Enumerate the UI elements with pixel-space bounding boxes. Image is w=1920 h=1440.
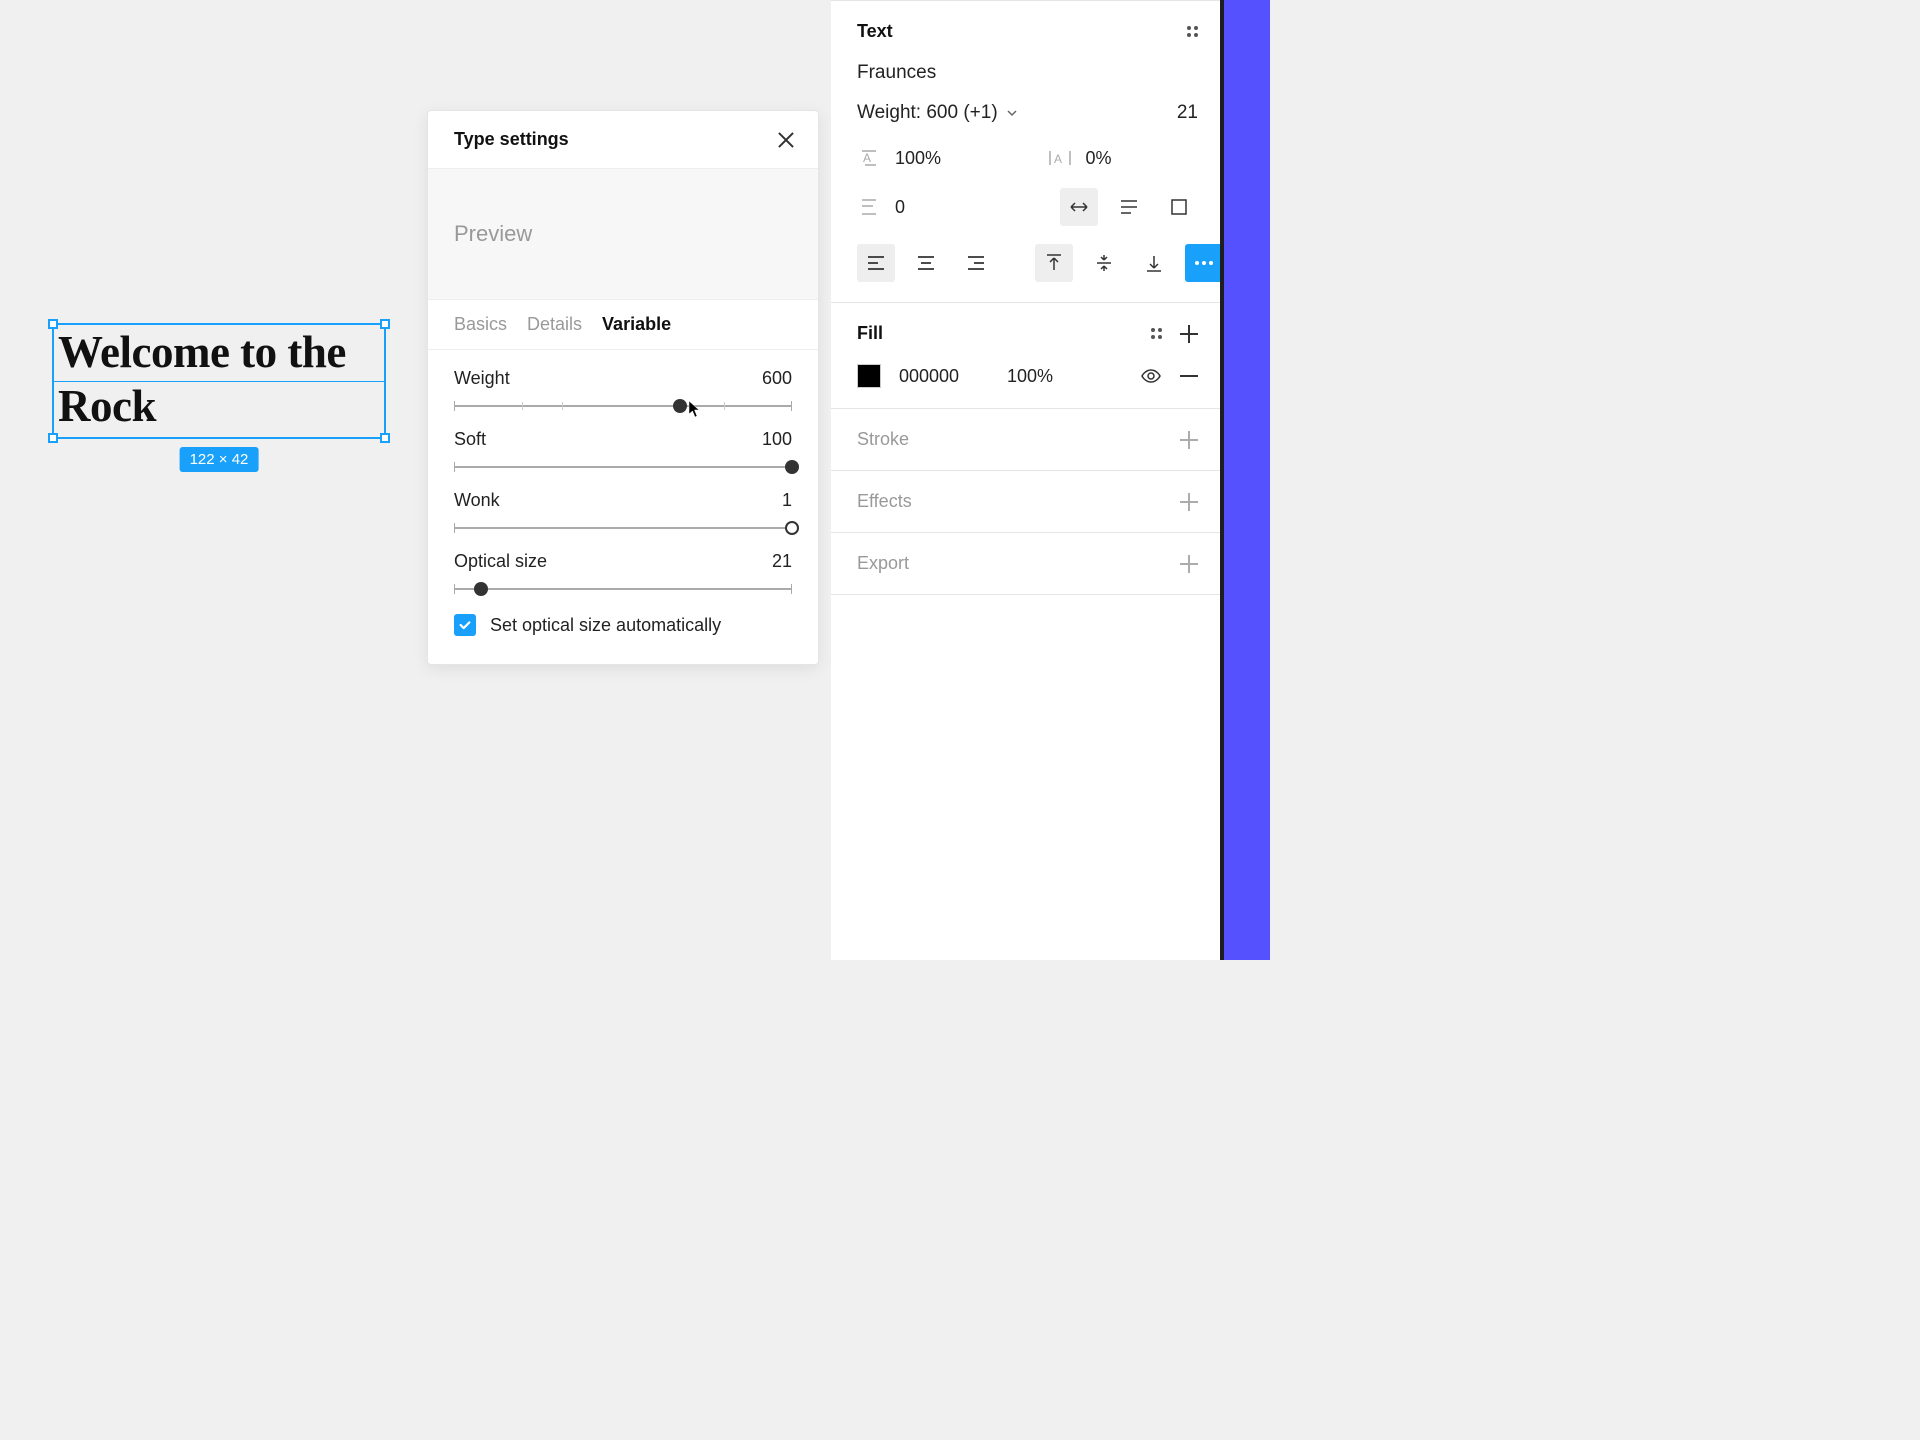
slider-soft[interactable]: Soft 100 (454, 429, 792, 468)
slider-wonk-value: 1 (782, 490, 792, 511)
add-effect-button[interactable] (1180, 493, 1198, 511)
align-center-button[interactable] (907, 244, 945, 282)
letter-spacing-value: 0% (1086, 148, 1112, 169)
optical-auto-checkbox[interactable] (454, 614, 476, 636)
stroke-section-title: Stroke (857, 429, 909, 450)
preview-label: Preview (454, 221, 792, 247)
slider-weight[interactable]: Weight 600 (454, 368, 792, 407)
paragraph-spacing-value: 0 (895, 197, 905, 218)
align-left-button[interactable] (857, 244, 895, 282)
font-weight-label: Weight: 600 (+1) (857, 102, 998, 124)
preview-area: Preview (428, 169, 818, 300)
text-section-title: Text (857, 21, 893, 42)
export-section-title: Export (857, 553, 909, 574)
letter-spacing-icon: A (1048, 146, 1072, 170)
modal-title: Type settings (454, 129, 569, 150)
slider-weight-label: Weight (454, 368, 510, 389)
slider-weight-thumb[interactable] (673, 399, 687, 413)
align-top-button[interactable] (1035, 244, 1073, 282)
more-type-options-button[interactable] (1185, 244, 1223, 282)
chevron-down-icon (1006, 107, 1018, 119)
auto-width-button[interactable] (1060, 188, 1098, 226)
tab-variable[interactable]: Variable (602, 314, 671, 335)
line-height-icon: A (857, 146, 881, 170)
svg-text:A: A (1054, 152, 1062, 166)
right-color-strip (1224, 0, 1270, 960)
slider-wonk-label: Wonk (454, 490, 500, 511)
align-right-button[interactable] (957, 244, 995, 282)
effects-section-title: Effects (857, 491, 912, 512)
slider-soft-label: Soft (454, 429, 486, 450)
paragraph-spacing-field[interactable]: 0 (857, 188, 1020, 226)
optical-auto-label: Set optical size automatically (490, 615, 721, 636)
slider-optical-label: Optical size (454, 551, 547, 572)
fixed-size-button[interactable] (1160, 188, 1198, 226)
resize-handle-tl[interactable] (48, 319, 58, 329)
font-weight-dropdown[interactable]: Weight: 600 (+1) (857, 102, 1018, 124)
slider-soft-value: 100 (762, 429, 792, 450)
fill-opacity[interactable]: 100% (1007, 366, 1122, 387)
auto-height-button[interactable] (1110, 188, 1148, 226)
resize-handle-br[interactable] (380, 433, 390, 443)
resize-handle-tr[interactable] (380, 319, 390, 329)
add-fill-button (1180, 325, 1198, 343)
slider-wonk[interactable]: Wonk 1 (454, 490, 792, 529)
font-family[interactable]: Fraunces (857, 62, 1198, 84)
slider-weight-value: 600 (762, 368, 792, 389)
properties-panel: Text Fraunces Weight: 600 (+1) 21 A 100% (831, 0, 1224, 960)
baseline-indicator (54, 381, 384, 382)
fill-swatch[interactable] (857, 364, 881, 388)
align-middle-button[interactable] (1085, 244, 1123, 282)
slider-wonk-thumb[interactable] (785, 521, 799, 535)
fill-section-title: Fill (857, 323, 883, 344)
align-bottom-button[interactable] (1135, 244, 1173, 282)
dimensions-badge: 122 × 42 (180, 447, 259, 472)
tab-details[interactable]: Details (527, 314, 582, 335)
add-stroke-button[interactable] (1180, 431, 1198, 449)
svg-text:A: A (863, 151, 871, 165)
remove-fill-button[interactable] (1180, 367, 1198, 385)
add-export-button[interactable] (1180, 555, 1198, 573)
font-size[interactable]: 21 (1177, 102, 1198, 124)
close-icon[interactable] (776, 130, 796, 150)
line-height-value: 100% (895, 148, 941, 169)
slider-optical-thumb[interactable] (474, 582, 488, 596)
resize-handle-bl[interactable] (48, 433, 58, 443)
letter-spacing-field[interactable]: A 0% (1048, 146, 1199, 170)
fill-styles-icon[interactable] (1151, 328, 1162, 339)
paragraph-spacing-icon (857, 195, 881, 219)
fill-hex[interactable]: 000000 (899, 366, 989, 387)
text-styleategThey Also1 Have They Also1 Have They Also1 Have They Also1 Have They Also1 Have They Also1 Have They Also1 Have They Also1 Have They Also1 Have They Also1 Have They Also1 Have They Also1[interactable] (1187, 26, 1198, 37)
tab-basics[interactable]: Basics (454, 314, 507, 335)
slider-optical-value: 21 (772, 551, 792, 572)
type-settings-modal: Type settings Preview Basics Details Var… (427, 110, 819, 665)
line-height-field[interactable]: A 100% (857, 146, 1008, 170)
slider-optical[interactable]: Optical size 21 (454, 551, 792, 590)
visibility-icon[interactable] (1140, 368, 1162, 384)
slider-soft-thumb[interactable] (785, 460, 799, 474)
selected-text-frame[interactable]: Welcome to the Rock 122 × 42 (52, 323, 386, 439)
